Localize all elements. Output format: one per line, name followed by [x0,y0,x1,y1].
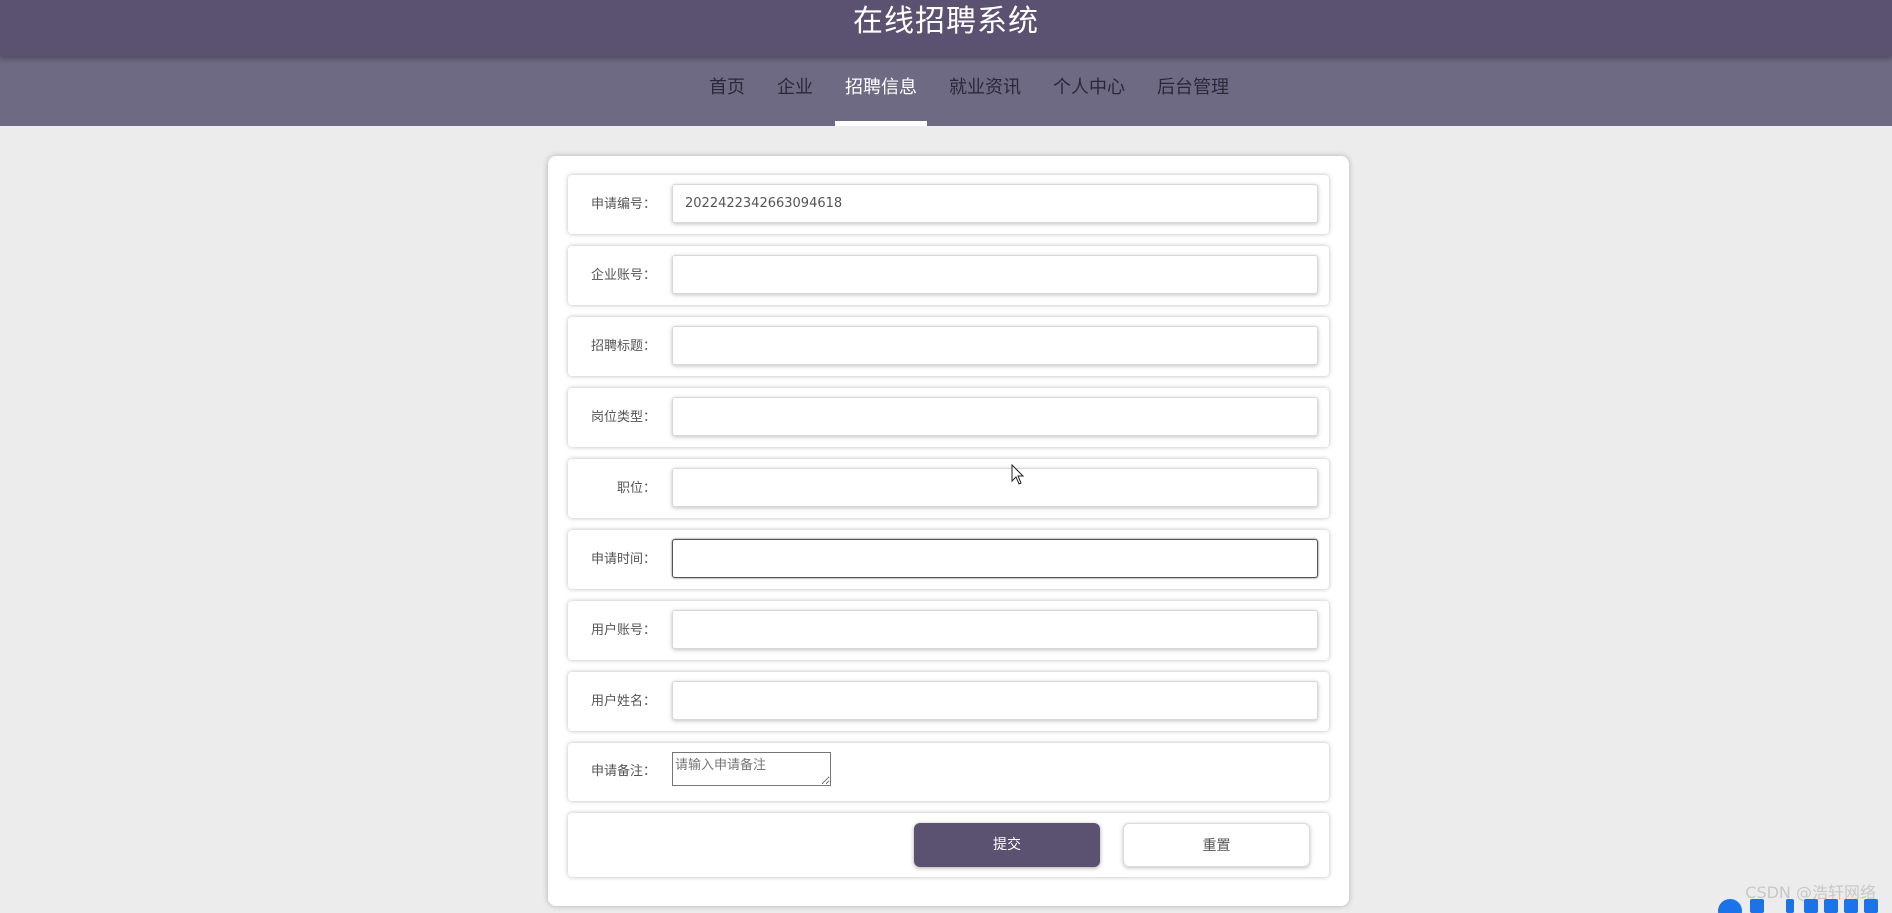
remark-textarea[interactable] [672,752,831,786]
form-row-job-type: 岗位类型： [568,388,1329,447]
application-time-input[interactable] [672,539,1318,578]
nav-item-news[interactable]: 就业资讯 [933,56,1037,126]
nav-item-home[interactable]: 首页 [693,56,761,126]
ime-punctuation-icon[interactable] [1786,899,1794,913]
ime-settings-icon[interactable] [1864,899,1878,913]
form-row-remark: 申请备注： [568,743,1329,801]
position-input[interactable] [672,468,1318,507]
company-account-label: 企业账号： [590,268,656,283]
ime-pen-icon[interactable] [1804,899,1818,913]
form-row-position: 职位： [568,459,1329,518]
company-account-input[interactable] [672,255,1318,294]
ime-logo-icon [1718,899,1742,913]
form-row-actions: 提交 重置 [568,813,1329,877]
application-id-label: 申请编号： [590,197,656,212]
nav-item-enterprise[interactable]: 企业 [761,56,829,126]
job-title-label: 招聘标题： [590,339,656,354]
form-row-application-time: 申请时间： [568,530,1329,589]
form-row-company-account: 企业账号： [568,246,1329,305]
form-row-user-name: 用户姓名： [568,672,1329,731]
user-name-label: 用户姓名： [590,694,656,709]
ime-language-icon[interactable] [1750,899,1764,913]
reset-button[interactable]: 重置 [1123,823,1310,867]
site-title: 在线招聘系统 [853,4,1039,39]
user-name-input[interactable] [672,681,1318,720]
application-form: 申请编号： 企业账号： 招聘标题： 岗位类型： 职位： 申请时间： 用户账号： … [548,156,1349,906]
job-type-input[interactable] [672,397,1318,436]
ime-keyboard-icon[interactable] [1844,899,1858,913]
application-time-label: 申请时间： [590,552,656,567]
form-row-user-account: 用户账号： [568,601,1329,660]
nav-item-admin[interactable]: 后台管理 [1141,56,1245,126]
ime-toolbar[interactable] [1712,899,1892,913]
form-row-application-id: 申请编号： [568,175,1329,234]
position-label: 职位： [616,481,656,496]
application-id-input[interactable] [672,184,1318,223]
nav-item-recruitment[interactable]: 招聘信息 [829,56,933,126]
submit-button[interactable]: 提交 [914,823,1100,867]
user-account-input[interactable] [672,610,1318,649]
site-header: 在线招聘系统 [0,0,1892,56]
nav-item-personal-center[interactable]: 个人中心 [1037,56,1141,126]
ime-skin-icon[interactable] [1824,899,1838,913]
nav-items: 首页 企业 招聘信息 就业资讯 个人中心 后台管理 [0,56,1892,126]
job-title-input[interactable] [672,326,1318,365]
user-account-label: 用户账号： [590,623,656,638]
remark-label: 申请备注： [590,764,656,779]
form-row-job-title: 招聘标题： [568,317,1329,376]
main-nav: 首页 企业 招聘信息 就业资讯 个人中心 后台管理 [0,56,1892,126]
mouse-cursor-icon [1011,464,1025,485]
job-type-label: 岗位类型： [590,410,656,425]
